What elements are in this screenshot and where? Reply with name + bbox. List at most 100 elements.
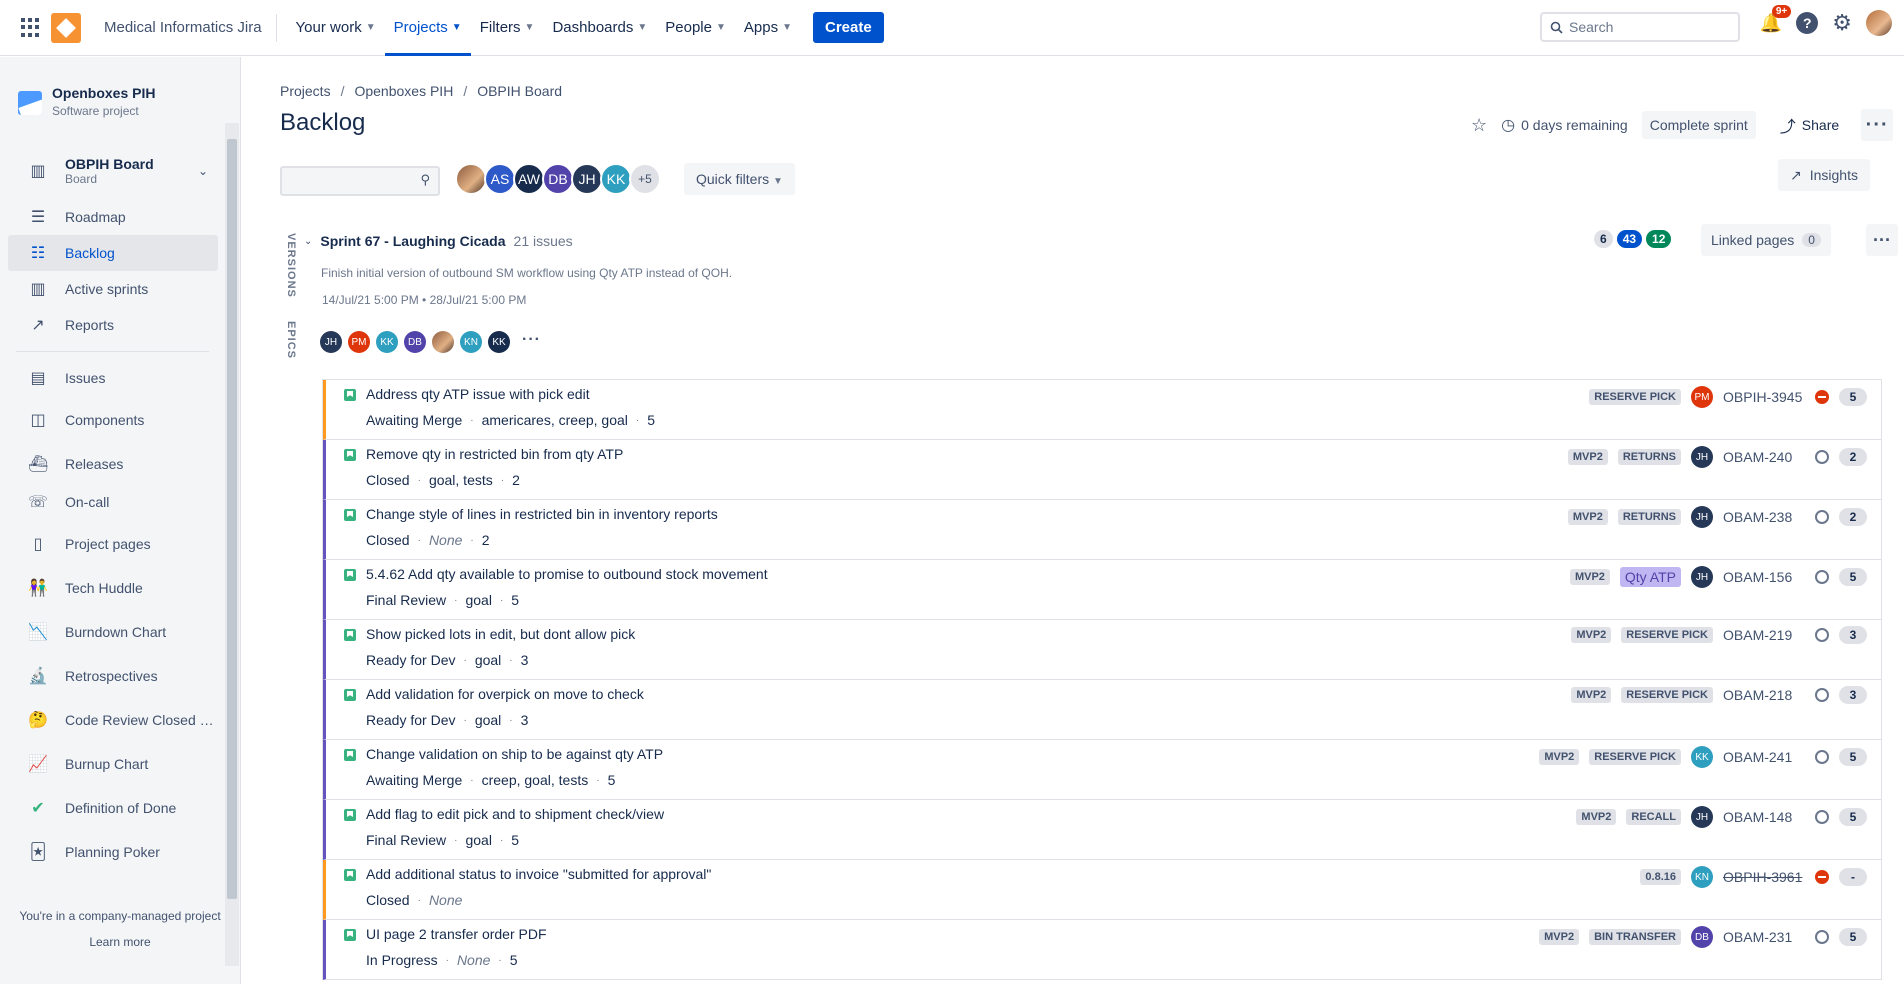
more-assignees-icon[interactable]: ··· bbox=[522, 331, 541, 353]
epics-tab[interactable]: EPICS bbox=[285, 321, 297, 359]
avatar[interactable]: AS bbox=[484, 163, 516, 195]
story-points-badge[interactable]: 3 bbox=[1839, 626, 1867, 644]
sidebar-item-planning-poker[interactable]: 🃏 Planning Poker bbox=[8, 834, 218, 870]
nav-apps[interactable]: Apps ▼ bbox=[735, 0, 801, 56]
sidebar-item-backlog[interactable]: ☷ Backlog bbox=[8, 235, 218, 271]
sidebar-item-components[interactable]: ◫ Components bbox=[8, 402, 218, 438]
nav-dashboards[interactable]: Dashboards ▼ bbox=[543, 0, 656, 56]
avatar[interactable]: KN bbox=[1691, 866, 1713, 888]
avatar[interactable]: JH bbox=[1691, 806, 1713, 828]
insights-button[interactable]: ↗ Insights bbox=[1778, 159, 1870, 191]
sidebar-item-reports[interactable]: ↗ Reports bbox=[8, 307, 218, 343]
nav-people[interactable]: People ▼ bbox=[656, 0, 735, 56]
sidebar-item-burndown[interactable]: 📉 Burndown Chart bbox=[8, 614, 218, 650]
avatar[interactable]: KN bbox=[460, 331, 482, 353]
issue-key[interactable]: OBAM-156 bbox=[1723, 569, 1805, 585]
issue-summary[interactable]: Add validation for overpick on move to c… bbox=[366, 686, 644, 702]
issue-summary[interactable]: Address qty ATP issue with pick edit bbox=[366, 386, 590, 402]
nav-filters[interactable]: Filters ▼ bbox=[471, 0, 544, 56]
avatar[interactable]: JH bbox=[1691, 446, 1713, 468]
share-button[interactable]: ⤴ Share bbox=[1780, 113, 1839, 137]
notifications-icon[interactable]: 🔔 9+ bbox=[1760, 4, 1792, 34]
avatar[interactable]: DB bbox=[1691, 926, 1713, 948]
issue-row[interactable]: 5.4.62 Add qty available to promise to o… bbox=[323, 560, 1881, 620]
avatar[interactable]: JH bbox=[1691, 506, 1713, 528]
breadcrumb-projects[interactable]: Projects bbox=[280, 83, 331, 99]
breadcrumb-board[interactable]: OBPIH Board bbox=[477, 83, 562, 99]
story-points-badge[interactable]: - bbox=[1839, 868, 1867, 886]
story-points-badge[interactable]: 5 bbox=[1839, 388, 1867, 406]
avatar[interactable]: JH bbox=[571, 163, 603, 195]
issue-row[interactable]: Change validation on ship to be against … bbox=[323, 740, 1881, 800]
avatar[interactable] bbox=[455, 163, 487, 195]
issue-summary[interactable]: Add flag to edit pick and to shipment ch… bbox=[366, 806, 664, 822]
create-button[interactable]: Create bbox=[812, 12, 884, 43]
avatar[interactable]: KK bbox=[488, 331, 510, 353]
issue-row[interactable]: UI page 2 transfer order PDF In Progress… bbox=[323, 920, 1881, 980]
sidebar-item-project-pages[interactable]: ▯ Project pages bbox=[8, 526, 218, 562]
sidebar-item-code-review[interactable]: 🤔 Code Review Closed … bbox=[8, 702, 218, 738]
story-points-badge[interactable]: 5 bbox=[1839, 748, 1867, 766]
issue-row[interactable]: Add validation for overpick on move to c… bbox=[323, 680, 1881, 740]
avatar[interactable]: KK bbox=[1691, 746, 1713, 768]
issue-key[interactable]: OBAM-148 bbox=[1723, 809, 1805, 825]
avatar[interactable]: JH bbox=[1691, 566, 1713, 588]
issue-key[interactable]: OBAM-231 bbox=[1723, 929, 1805, 945]
issue-key[interactable]: OBAM-238 bbox=[1723, 509, 1805, 525]
more-avatars[interactable]: +5 bbox=[629, 163, 661, 195]
sidebar-item-roadmap[interactable]: ☰ Roadmap bbox=[8, 199, 218, 235]
avatar[interactable] bbox=[432, 331, 454, 353]
star-icon[interactable]: ☆ bbox=[1471, 115, 1487, 136]
story-points-badge[interactable]: 2 bbox=[1839, 448, 1867, 466]
issue-summary[interactable]: Change validation on ship to be against … bbox=[366, 746, 663, 762]
story-points-badge[interactable]: 5 bbox=[1839, 808, 1867, 826]
sidebar-item-releases[interactable]: ⛴ Releases bbox=[8, 446, 218, 482]
issue-row[interactable]: Address qty ATP issue with pick edit Awa… bbox=[323, 380, 1881, 440]
issue-row[interactable]: Add flag to edit pick and to shipment ch… bbox=[323, 800, 1881, 860]
issue-key[interactable]: OBPIH-3945 bbox=[1723, 389, 1805, 405]
issue-summary[interactable]: 5.4.62 Add qty available to promise to o… bbox=[366, 566, 768, 582]
sprint-more-button[interactable]: ··· bbox=[1866, 224, 1898, 256]
story-points-badge[interactable]: 5 bbox=[1839, 928, 1867, 946]
avatar[interactable]: KK bbox=[600, 163, 632, 195]
site-name[interactable]: Medical Informatics Jira bbox=[104, 19, 262, 36]
avatar[interactable]: KK bbox=[376, 331, 398, 353]
issue-key[interactable]: OBPIH-3961 bbox=[1723, 869, 1805, 885]
avatar[interactable]: AW bbox=[513, 163, 545, 195]
issue-key[interactable]: OBAM-219 bbox=[1723, 627, 1805, 643]
issue-row[interactable]: Change style of lines in restricted bin … bbox=[323, 500, 1881, 560]
story-points-badge[interactable]: 3 bbox=[1839, 686, 1867, 704]
story-points-badge[interactable]: 5 bbox=[1839, 568, 1867, 586]
sidebar-item-definition-of-done[interactable]: ✔ Definition of Done bbox=[8, 790, 218, 826]
nav-projects[interactable]: Projects ▼ bbox=[384, 0, 471, 56]
issue-summary[interactable]: Show picked lots in edit, but dont allow… bbox=[366, 626, 635, 642]
project-header[interactable]: Openboxes PIH Software project bbox=[18, 85, 155, 118]
issue-row[interactable]: Show picked lots in edit, but dont allow… bbox=[323, 620, 1881, 680]
sidebar-item-retrospectives[interactable]: 🔬 Retrospectives bbox=[8, 658, 218, 694]
backlog-search-input[interactable]: ⚲ bbox=[280, 166, 440, 196]
issue-summary[interactable]: Change style of lines in restricted bin … bbox=[366, 506, 718, 522]
issue-row[interactable]: Remove qty in restricted bin from qty AT… bbox=[323, 440, 1881, 500]
issue-key[interactable]: OBAM-241 bbox=[1723, 749, 1805, 765]
board-switcher[interactable]: ▥ OBPIH Board Board ⌄ bbox=[8, 147, 218, 195]
sidebar-item-issues[interactable]: ▤ Issues bbox=[8, 360, 218, 396]
learn-more-link[interactable]: Learn more bbox=[0, 935, 240, 949]
search-input[interactable]: Search bbox=[1540, 12, 1740, 42]
sidebar-item-burnup[interactable]: 📈 Burnup Chart bbox=[8, 746, 218, 782]
issue-summary[interactable]: UI page 2 transfer order PDF bbox=[366, 926, 547, 942]
issue-summary[interactable]: Remove qty in restricted bin from qty AT… bbox=[366, 446, 623, 462]
profile-avatar[interactable] bbox=[1866, 10, 1892, 36]
site-logo[interactable] bbox=[51, 12, 81, 43]
sidebar-item-on-call[interactable]: ☏ On-call bbox=[8, 484, 218, 520]
help-icon[interactable]: ? bbox=[1796, 12, 1819, 34]
app-switcher-icon[interactable] bbox=[21, 17, 41, 38]
breadcrumb-project[interactable]: Openboxes PIH bbox=[354, 83, 453, 99]
nav-your-work[interactable]: Your work ▼ bbox=[287, 0, 385, 56]
avatar[interactable]: DB bbox=[404, 331, 426, 353]
issue-key[interactable]: OBAM-218 bbox=[1723, 687, 1805, 703]
issue-summary[interactable]: Add additional status to invoice "submit… bbox=[366, 866, 711, 882]
avatar[interactable]: PM bbox=[348, 331, 370, 353]
sidebar-item-tech-huddle[interactable]: 👫 Tech Huddle bbox=[8, 570, 218, 606]
avatar[interactable]: DB bbox=[542, 163, 574, 195]
linked-pages-button[interactable]: Linked pages 0 bbox=[1701, 224, 1831, 256]
